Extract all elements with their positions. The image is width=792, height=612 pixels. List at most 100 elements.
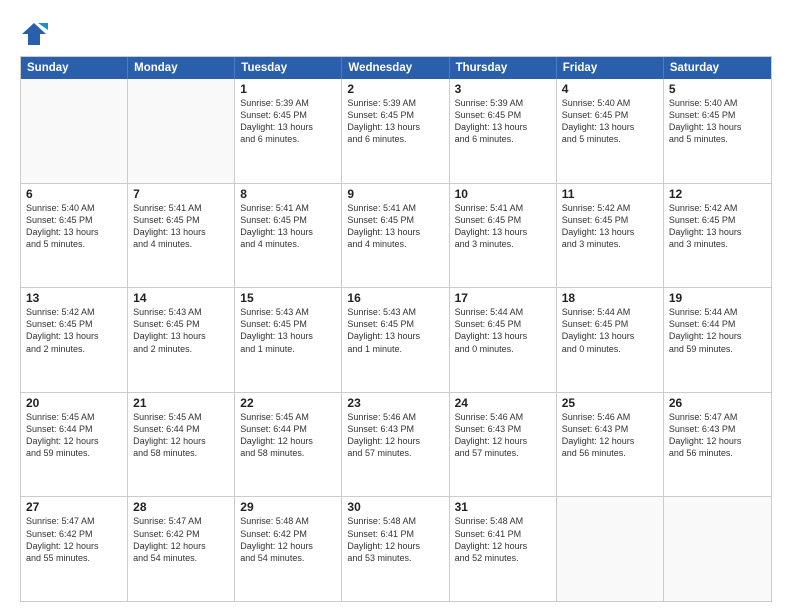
calendar-week-3: 20Sunrise: 5:45 AMSunset: 6:44 PMDayligh… bbox=[21, 392, 771, 497]
cell-line: and 58 minutes. bbox=[133, 447, 229, 459]
calendar-week-0: 1Sunrise: 5:39 AMSunset: 6:45 PMDaylight… bbox=[21, 79, 771, 183]
day-number: 11 bbox=[562, 187, 658, 201]
calendar-cell-2: 2Sunrise: 5:39 AMSunset: 6:45 PMDaylight… bbox=[342, 79, 449, 183]
calendar-cell-21: 21Sunrise: 5:45 AMSunset: 6:44 PMDayligh… bbox=[128, 393, 235, 497]
cell-line: and 1 minute. bbox=[347, 343, 443, 355]
cell-line: Sunrise: 5:47 AM bbox=[26, 515, 122, 527]
calendar-cell-31: 31Sunrise: 5:48 AMSunset: 6:41 PMDayligh… bbox=[450, 497, 557, 601]
cell-line: Daylight: 13 hours bbox=[240, 226, 336, 238]
calendar: SundayMondayTuesdayWednesdayThursdayFrid… bbox=[20, 56, 772, 602]
day-number: 1 bbox=[240, 82, 336, 96]
cell-line: and 2 minutes. bbox=[133, 343, 229, 355]
calendar-cell-24: 24Sunrise: 5:46 AMSunset: 6:43 PMDayligh… bbox=[450, 393, 557, 497]
cell-line: Daylight: 13 hours bbox=[133, 330, 229, 342]
calendar-cell-14: 14Sunrise: 5:43 AMSunset: 6:45 PMDayligh… bbox=[128, 288, 235, 392]
cell-line: Sunset: 6:45 PM bbox=[455, 109, 551, 121]
cell-line: Daylight: 12 hours bbox=[26, 435, 122, 447]
day-number: 2 bbox=[347, 82, 443, 96]
cell-line: and 52 minutes. bbox=[455, 552, 551, 564]
calendar-cell-empty bbox=[664, 497, 771, 601]
cell-line: Sunset: 6:45 PM bbox=[240, 109, 336, 121]
cell-line: Daylight: 12 hours bbox=[133, 435, 229, 447]
cell-line: and 4 minutes. bbox=[133, 238, 229, 250]
cell-line: Sunrise: 5:42 AM bbox=[26, 306, 122, 318]
cell-line: Sunrise: 5:45 AM bbox=[133, 411, 229, 423]
cell-line: Sunrise: 5:40 AM bbox=[562, 97, 658, 109]
cell-line: and 58 minutes. bbox=[240, 447, 336, 459]
day-number: 26 bbox=[669, 396, 766, 410]
calendar-week-1: 6Sunrise: 5:40 AMSunset: 6:45 PMDaylight… bbox=[21, 183, 771, 288]
cell-line: Daylight: 12 hours bbox=[26, 540, 122, 552]
cell-line: and 1 minute. bbox=[240, 343, 336, 355]
cell-line: and 5 minutes. bbox=[562, 133, 658, 145]
cell-line: Sunrise: 5:41 AM bbox=[347, 202, 443, 214]
cell-line: and 54 minutes. bbox=[133, 552, 229, 564]
cell-line: and 6 minutes. bbox=[347, 133, 443, 145]
day-number: 10 bbox=[455, 187, 551, 201]
cell-line: and 4 minutes. bbox=[347, 238, 443, 250]
calendar-cell-28: 28Sunrise: 5:47 AMSunset: 6:42 PMDayligh… bbox=[128, 497, 235, 601]
calendar-cell-13: 13Sunrise: 5:42 AMSunset: 6:45 PMDayligh… bbox=[21, 288, 128, 392]
calendar-cell-empty bbox=[21, 79, 128, 183]
day-number: 27 bbox=[26, 500, 122, 514]
calendar-week-4: 27Sunrise: 5:47 AMSunset: 6:42 PMDayligh… bbox=[21, 496, 771, 601]
cell-line: Sunset: 6:42 PM bbox=[26, 528, 122, 540]
cell-line: Sunset: 6:41 PM bbox=[347, 528, 443, 540]
cell-line: Daylight: 13 hours bbox=[347, 330, 443, 342]
cell-line: and 3 minutes. bbox=[455, 238, 551, 250]
cell-line: Daylight: 13 hours bbox=[562, 330, 658, 342]
cell-line: Sunrise: 5:43 AM bbox=[347, 306, 443, 318]
logo-icon bbox=[20, 20, 48, 48]
calendar-header: SundayMondayTuesdayWednesdayThursdayFrid… bbox=[21, 57, 771, 79]
cell-line: Sunset: 6:44 PM bbox=[133, 423, 229, 435]
cell-line: Sunset: 6:43 PM bbox=[347, 423, 443, 435]
cell-line: and 6 minutes. bbox=[455, 133, 551, 145]
calendar-cell-empty bbox=[128, 79, 235, 183]
cell-line: Sunrise: 5:41 AM bbox=[133, 202, 229, 214]
calendar-cell-6: 6Sunrise: 5:40 AMSunset: 6:45 PMDaylight… bbox=[21, 184, 128, 288]
cell-line: Daylight: 13 hours bbox=[455, 226, 551, 238]
cell-line: Sunset: 6:43 PM bbox=[562, 423, 658, 435]
calendar-cell-empty bbox=[557, 497, 664, 601]
calendar-cell-30: 30Sunrise: 5:48 AMSunset: 6:41 PMDayligh… bbox=[342, 497, 449, 601]
cell-line: Sunrise: 5:45 AM bbox=[26, 411, 122, 423]
day-number: 12 bbox=[669, 187, 766, 201]
cell-line: Daylight: 12 hours bbox=[669, 435, 766, 447]
day-number: 24 bbox=[455, 396, 551, 410]
cell-line: and 4 minutes. bbox=[240, 238, 336, 250]
cell-line: and 2 minutes. bbox=[26, 343, 122, 355]
cell-line: Sunrise: 5:48 AM bbox=[455, 515, 551, 527]
cell-line: Sunset: 6:45 PM bbox=[26, 214, 122, 226]
day-number: 23 bbox=[347, 396, 443, 410]
cell-line: Sunrise: 5:43 AM bbox=[240, 306, 336, 318]
cell-line: and 57 minutes. bbox=[347, 447, 443, 459]
calendar-cell-23: 23Sunrise: 5:46 AMSunset: 6:43 PMDayligh… bbox=[342, 393, 449, 497]
cell-line: Sunset: 6:45 PM bbox=[669, 214, 766, 226]
cell-line: Daylight: 12 hours bbox=[347, 540, 443, 552]
calendar-cell-7: 7Sunrise: 5:41 AMSunset: 6:45 PMDaylight… bbox=[128, 184, 235, 288]
day-number: 4 bbox=[562, 82, 658, 96]
cell-line: Sunset: 6:43 PM bbox=[669, 423, 766, 435]
calendar-cell-22: 22Sunrise: 5:45 AMSunset: 6:44 PMDayligh… bbox=[235, 393, 342, 497]
calendar-cell-27: 27Sunrise: 5:47 AMSunset: 6:42 PMDayligh… bbox=[21, 497, 128, 601]
cell-line: Daylight: 12 hours bbox=[669, 330, 766, 342]
cell-line: and 56 minutes. bbox=[669, 447, 766, 459]
day-number: 3 bbox=[455, 82, 551, 96]
calendar-cell-19: 19Sunrise: 5:44 AMSunset: 6:44 PMDayligh… bbox=[664, 288, 771, 392]
cell-line: Sunrise: 5:42 AM bbox=[669, 202, 766, 214]
calendar-week-2: 13Sunrise: 5:42 AMSunset: 6:45 PMDayligh… bbox=[21, 287, 771, 392]
cell-line: Daylight: 13 hours bbox=[562, 121, 658, 133]
cell-line: Daylight: 13 hours bbox=[240, 330, 336, 342]
cell-line: Sunset: 6:45 PM bbox=[133, 318, 229, 330]
day-number: 19 bbox=[669, 291, 766, 305]
cell-line: Sunrise: 5:43 AM bbox=[133, 306, 229, 318]
cell-line: Sunrise: 5:46 AM bbox=[347, 411, 443, 423]
calendar-cell-17: 17Sunrise: 5:44 AMSunset: 6:45 PMDayligh… bbox=[450, 288, 557, 392]
cell-line: Sunrise: 5:40 AM bbox=[26, 202, 122, 214]
cell-line: Sunset: 6:45 PM bbox=[26, 318, 122, 330]
weekday-header-saturday: Saturday bbox=[664, 57, 771, 79]
cell-line: and 57 minutes. bbox=[455, 447, 551, 459]
cell-line: Daylight: 12 hours bbox=[347, 435, 443, 447]
cell-line: Sunrise: 5:46 AM bbox=[562, 411, 658, 423]
cell-line: and 5 minutes. bbox=[669, 133, 766, 145]
